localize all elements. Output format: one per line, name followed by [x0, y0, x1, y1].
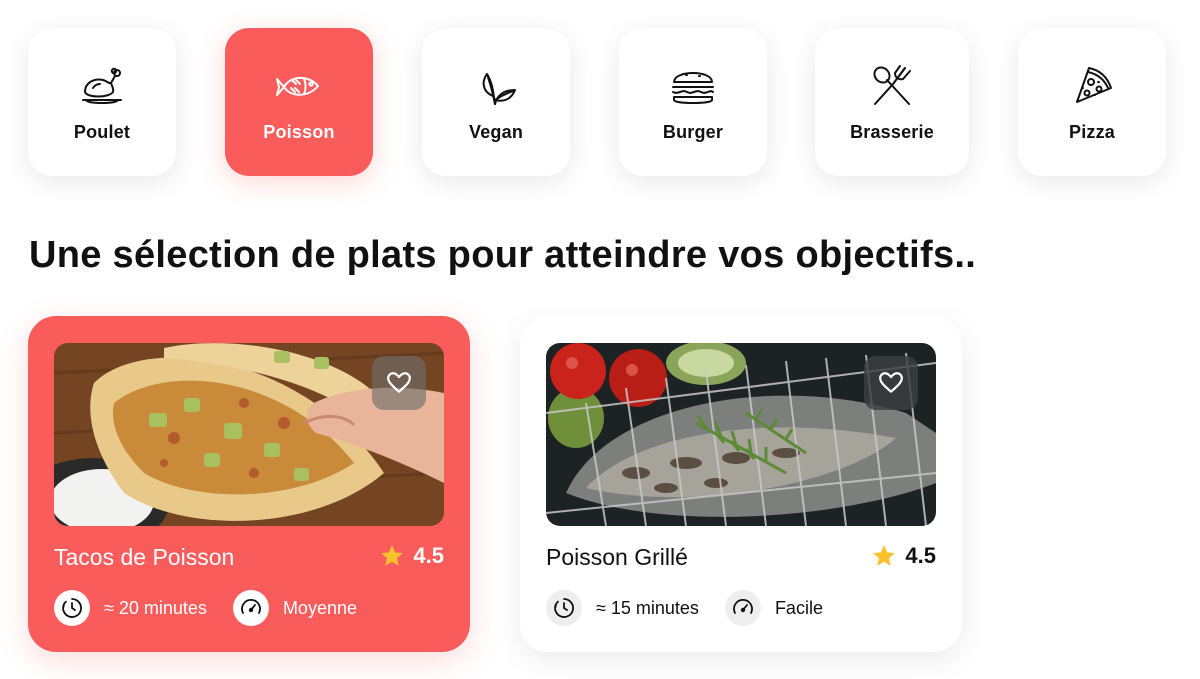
cutlery-icon [867, 62, 917, 112]
favorite-button[interactable] [372, 356, 426, 410]
heart-outline-icon [879, 372, 903, 393]
dish-card-poisson-grille[interactable]: Poisson Grillé 4.5 ≈ 15 minutes Facile [520, 316, 962, 652]
dish-title: Poisson Grillé [546, 544, 688, 570]
prep-time: ≈ 20 minutes [104, 597, 207, 618]
category-label: Burger [662, 121, 724, 142]
fish-tacos-photo [54, 343, 444, 526]
category-label: Brasserie [850, 121, 934, 142]
burger-icon [668, 62, 718, 112]
rating-value: 4.5 [905, 543, 936, 568]
category-vegan[interactable]: Vegan [422, 28, 570, 176]
gauge-icon [232, 590, 269, 626]
dish-meta: ≈ 20 minutes Moyenne [54, 590, 383, 626]
category-list: Poulet Poisson Vegan Burger Brasserie Pi… [28, 28, 1168, 176]
dish-rating: 4.5 [379, 543, 444, 569]
star-icon [381, 545, 404, 566]
category-label: Poulet [73, 121, 131, 142]
clock-icon [546, 590, 582, 626]
fish-icon [274, 62, 324, 112]
heart-outline-icon [387, 372, 411, 393]
rating-value: 4.5 [413, 543, 444, 568]
category-poisson[interactable]: Poisson [225, 28, 373, 176]
category-label: Pizza [1068, 121, 1116, 142]
prep-time: ≈ 15 minutes [596, 597, 699, 618]
chicken-icon [77, 62, 127, 112]
difficulty: Moyenne [282, 597, 357, 618]
favorite-button[interactable] [864, 356, 918, 410]
gauge-icon [724, 590, 761, 626]
dish-card-tacos-de-poisson[interactable]: Tacos de Poisson 4.5 ≈ 20 minutes Moyenn… [28, 316, 470, 652]
section-title: Une sélection de plats pour atteindre vo… [29, 234, 977, 276]
category-brasserie[interactable]: Brasserie [815, 28, 969, 176]
category-burger[interactable]: Burger [619, 28, 767, 176]
category-label: Vegan [468, 121, 524, 142]
category-label: Poisson [263, 121, 335, 142]
category-pizza[interactable]: Pizza [1018, 28, 1166, 176]
difficulty: Facile [774, 597, 823, 618]
pizza-slice-icon [1067, 62, 1117, 112]
dish-meta: ≈ 15 minutes Facile [546, 590, 849, 626]
star-icon [873, 545, 896, 566]
clock-icon [54, 590, 90, 626]
category-poulet[interactable]: Poulet [28, 28, 176, 176]
dish-title: Tacos de Poisson [54, 544, 235, 570]
leaf-icon [471, 62, 521, 112]
grilled-fish-photo [546, 343, 936, 526]
dish-rating: 4.5 [871, 543, 936, 569]
